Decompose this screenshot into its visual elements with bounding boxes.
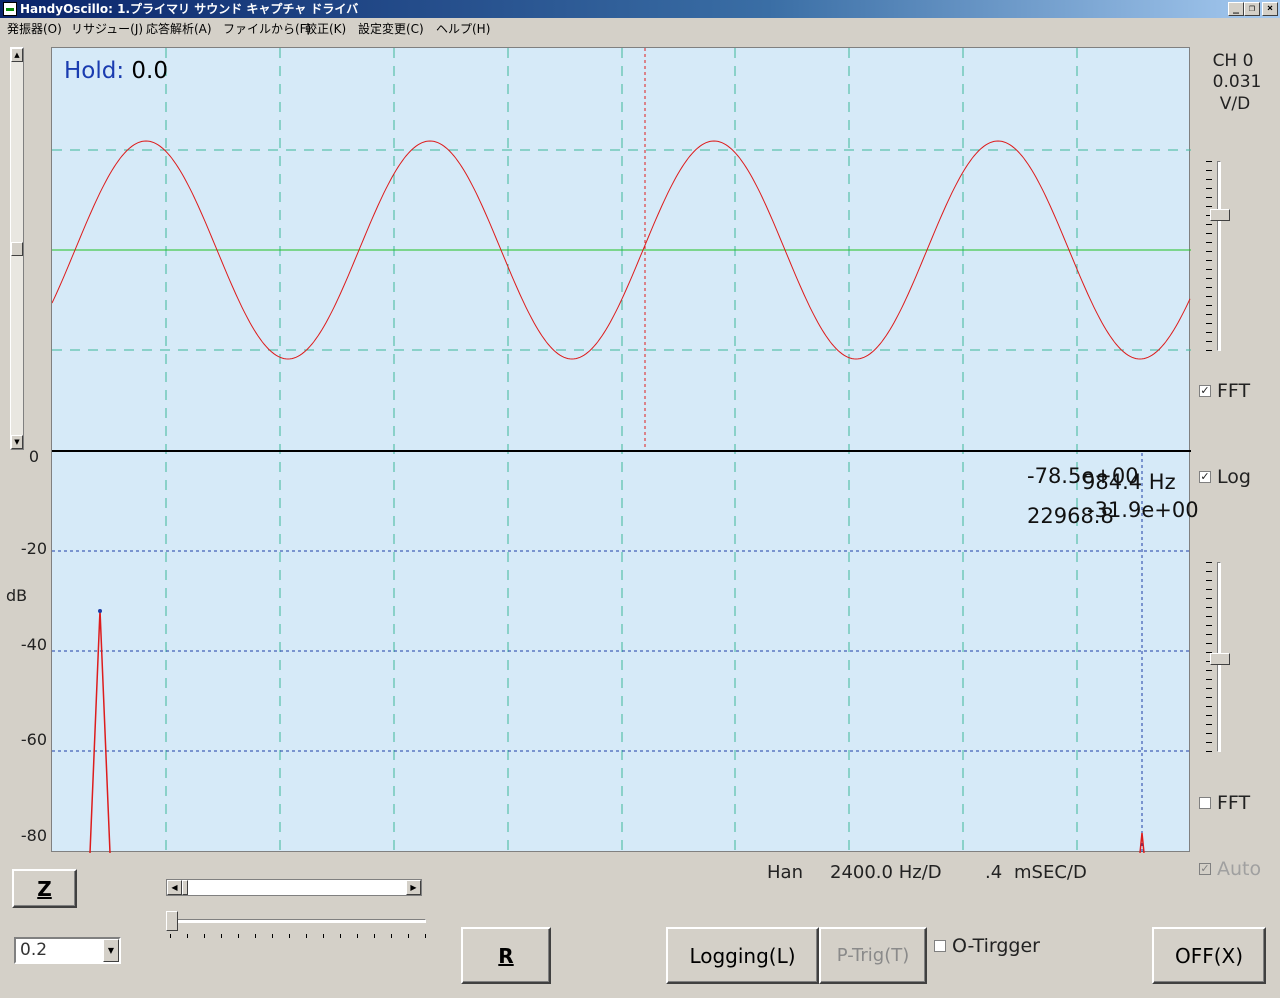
volts-per-div-value: 0.031 <box>1212 72 1262 92</box>
slider-ticks <box>1206 161 1212 351</box>
window-function-label: Han <box>767 862 803 883</box>
time-scroll-thumb[interactable] <box>182 880 188 895</box>
freq-per-div-label: 2400.0 Hz/D <box>830 862 942 883</box>
fft-peak-marker <box>98 609 102 613</box>
scroll-thumb[interactable] <box>11 242 23 256</box>
cursor-readout-freq2: 22968.8 <box>1027 504 1114 528</box>
db-tick-40: -40 <box>20 635 47 654</box>
hold-readout: Hold: 0.0 <box>64 58 168 84</box>
chevron-down-icon[interactable]: ▼ <box>103 939 119 962</box>
slider-knob[interactable] <box>1210 653 1230 665</box>
offset-scrollbar[interactable]: ▲ ▼ <box>10 47 24 450</box>
db-tick-20: -20 <box>20 539 47 558</box>
fft-top-check-icon[interactable]: ✓ <box>1199 385 1211 397</box>
menu-response-analysis[interactable]: 応答解析(A) <box>146 20 212 37</box>
hold-value: 0.0 <box>131 58 168 84</box>
off-button[interactable]: OFF(X) <box>1152 927 1266 984</box>
scale-combo[interactable]: 0.2 ▼ <box>14 937 121 964</box>
time-per-div-value: .4 <box>985 862 1003 883</box>
scroll-up-arrow-icon[interactable]: ▲ <box>11 48 23 62</box>
cursor-readout-freq: 984.4 Hz <box>1082 470 1176 494</box>
fft-spectrum-peak <box>89 609 111 853</box>
ptrig-button[interactable]: P-Trig(T) <box>819 927 927 984</box>
restore-button[interactable]: ❐ <box>1244 2 1260 16</box>
auto-checkbox[interactable]: ✓ Auto <box>1199 858 1261 880</box>
scale-combo-value: 0.2 <box>20 940 48 960</box>
db-unit-label: dB <box>6 586 28 605</box>
fft-checkbox-top[interactable]: ✓ FFT <box>1199 380 1250 402</box>
slider-knob[interactable] <box>1210 209 1230 221</box>
slider-rail <box>168 919 426 923</box>
minimize-button[interactable]: _ <box>1228 2 1244 16</box>
title-bar[interactable]: HandyOscillo: 1.プライマリ サウンド キャプチャ ドライバ _ … <box>0 0 1280 18</box>
log-checkbox[interactable]: ✓ Log <box>1199 466 1251 488</box>
db-tick-0: 0 <box>28 447 39 466</box>
volts-per-div-unit: V/D <box>1219 94 1251 114</box>
slider-knob[interactable] <box>166 911 178 931</box>
menu-oscillator[interactable]: 発振器(O) <box>7 20 62 37</box>
time-per-div-unit: mSEC/D <box>1014 862 1087 883</box>
channel-label: CH 0 <box>1212 51 1254 71</box>
slider-rail <box>1217 161 1221 351</box>
scope-plot <box>52 48 1191 853</box>
menu-help[interactable]: ヘルプ(H) <box>436 20 490 37</box>
db-tick-80: -80 <box>20 826 47 845</box>
window-title: HandyOscillo: 1.プライマリ サウンド キャプチャ ドライバ <box>20 2 359 16</box>
scroll-left-arrow-icon[interactable]: ◀ <box>167 880 182 895</box>
menu-from-file[interactable]: ファイルから(F) <box>223 20 311 37</box>
hold-label: Hold: <box>64 58 125 84</box>
menu-calibration[interactable]: 較正(K) <box>305 20 346 37</box>
zoom-button[interactable]: Z <box>12 869 77 908</box>
otrigger-checkbox-box[interactable] <box>934 940 946 952</box>
volts-slider[interactable] <box>1206 161 1236 355</box>
scroll-right-arrow-icon[interactable]: ▶ <box>406 880 421 895</box>
slider-ticks <box>170 934 426 938</box>
timebase-slider[interactable] <box>164 908 428 942</box>
menu-bar: 発振器(O) リサジュー(J) 応答解析(A) ファイルから(F) 較正(K) … <box>0 18 1280 37</box>
fft-bottom-checkbox-box[interactable] <box>1199 797 1211 809</box>
close-button[interactable]: × <box>1262 2 1278 16</box>
scope-display[interactable]: Hold: 0.0 -78.5e+00 984.4 Hz -31.9e+00 2… <box>51 47 1199 853</box>
db-tick-60: -60 <box>20 730 47 749</box>
auto-check-icon[interactable]: ✓ <box>1199 863 1211 875</box>
logging-button[interactable]: Logging(L) <box>666 927 819 984</box>
fft-range-slider[interactable] <box>1206 562 1236 756</box>
menu-lissajous[interactable]: リサジュー(J) <box>71 20 143 37</box>
fft-checkbox-bottom[interactable]: FFT <box>1199 792 1250 814</box>
time-scrollbar[interactable]: ◀ ▶ <box>166 879 422 896</box>
menu-settings[interactable]: 設定変更(C) <box>358 20 424 37</box>
log-check-icon[interactable]: ✓ <box>1199 471 1211 483</box>
reset-button[interactable]: R <box>461 927 551 984</box>
app-icon <box>3 2 17 16</box>
otrigger-checkbox[interactable]: O-Tirgger <box>934 935 1040 957</box>
